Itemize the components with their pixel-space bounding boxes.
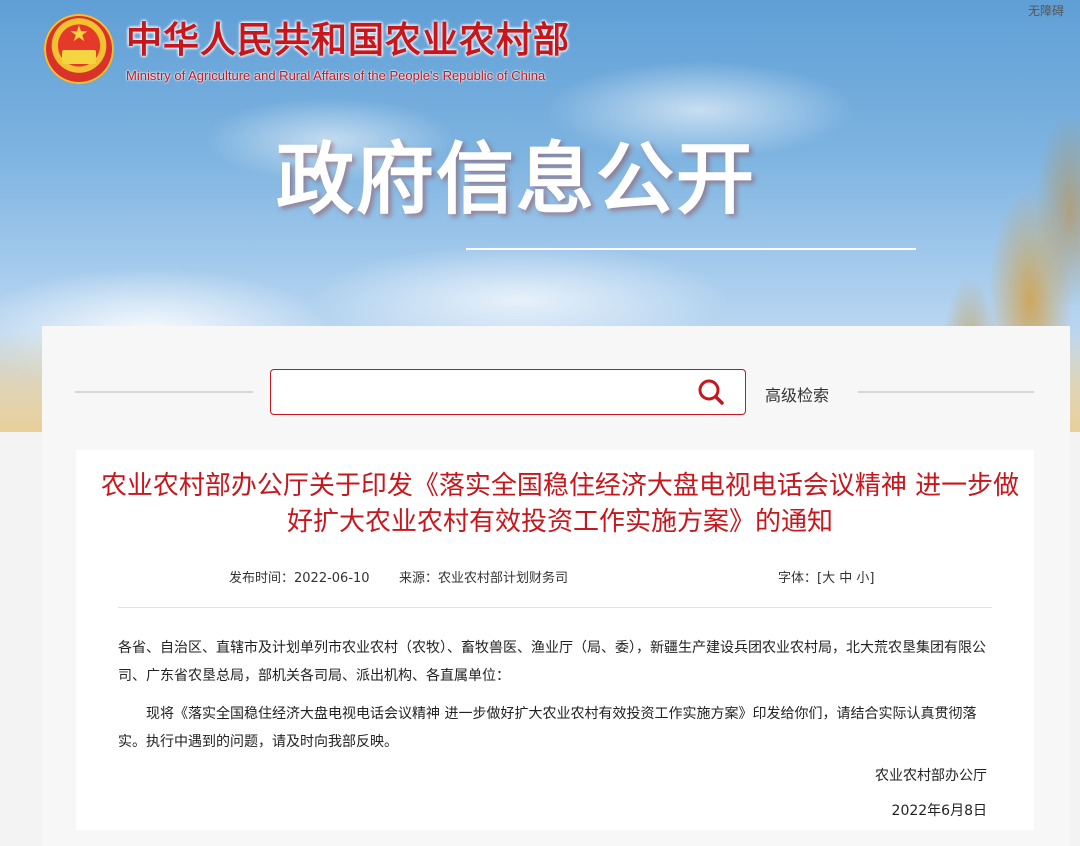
search-input[interactable] [279, 376, 683, 410]
font-size-medium[interactable]: 中 [839, 571, 852, 586]
hero-title: 政府信息公开 [276, 135, 757, 225]
signature-org: 农业农村部办公厅 [875, 768, 987, 784]
meta-divider [118, 607, 992, 608]
font-size-large[interactable]: 大 [822, 571, 835, 586]
advanced-search-link[interactable]: 高级检索 [765, 382, 829, 406]
search-icon[interactable] [697, 378, 725, 406]
article-paragraph: 各省、自治区、直辖市及计划单列市农业农村（农牧）、畜牧兽医、渔业厅（局、委），新… [118, 640, 986, 684]
search-divider-left [75, 391, 253, 393]
national-emblem-icon[interactable]: ★ [44, 14, 114, 84]
article-paragraph: 现将《落实全国稳住经济大盘电视电话会议精神 进一步做好扩大农业农村有效投资工作实… [118, 706, 977, 750]
search-divider-right [858, 391, 1034, 393]
publish-date: 发布时间：2022-06-10 [229, 571, 370, 586]
accessibility-link[interactable]: 无障碍 [1028, 2, 1064, 19]
font-size-small[interactable]: 小 [856, 571, 869, 586]
search-bar [270, 369, 746, 415]
signature-date: 2022年6月8日 [891, 803, 987, 819]
font-size-selector: 字体：[大 中 小] [778, 571, 875, 586]
site-subtitle: Ministry of Agriculture and Rural Affair… [126, 68, 546, 83]
article-title: 农业农村部办公厅关于印发《落实全国稳住经济大盘电视电话会议精神 进一步做好扩大农… [100, 471, 1020, 537]
hero-underline [466, 248, 916, 250]
site-title[interactable]: 中华人民共和国农业农村部 [126, 18, 570, 62]
article-source: 来源：农业农村部计划财务司 [399, 571, 569, 586]
